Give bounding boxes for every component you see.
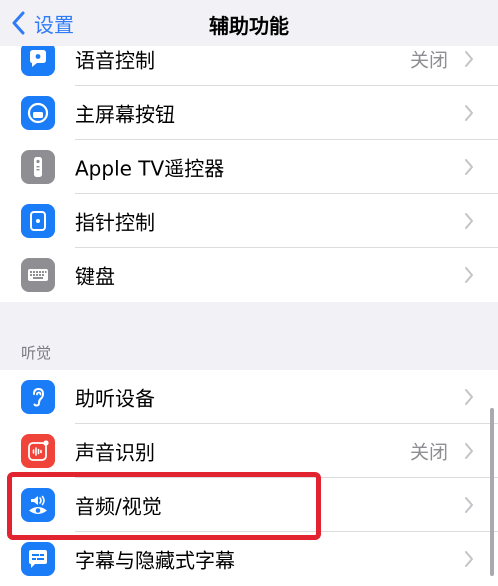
subtitles-icon [21,542,55,576]
row-label: 语音控制 [75,48,155,73]
row-label: 声音识别 [75,440,155,465]
row-sound-recognition[interactable]: 声音识别 关闭 [0,424,498,478]
chevron-right-icon [465,267,473,283]
row-value: 关闭 [409,441,448,464]
navigation-bar: 设置 辅助功能 [0,0,498,46]
row-label: 字幕与隐藏式字幕 [75,548,235,573]
tv-remote-icon [21,150,55,184]
row-pointer-control[interactable]: 指针控制 [0,194,498,248]
scrollbar[interactable] [490,408,494,576]
chevron-right-icon [465,497,473,513]
chevron-right-icon [465,551,473,567]
chevron-right-icon [465,159,473,175]
row-label: Apple TV遥控器 [75,156,225,181]
row-home-button[interactable]: 主屏幕按钮 [0,86,498,140]
sound-recognition-icon [21,434,55,468]
chevron-right-icon [465,51,473,67]
chevron-right-icon [465,213,473,229]
row-apple-tv-remote[interactable]: Apple TV遥控器 [0,140,498,194]
highlight-annotation-box [7,472,321,540]
row-subtitles-captioning[interactable]: 字幕与隐藏式字幕 [0,532,498,586]
row-keyboard[interactable]: 键盘 [0,248,498,302]
keyboard-icon [21,258,55,292]
settings-group-interaction: 语音控制 关闭 主屏幕按钮 Apple TV遥控器 指针控制 键盘 [0,32,498,302]
chevron-right-icon [465,105,473,121]
row-value: 关闭 [409,49,448,72]
row-label: 键盘 [75,264,115,289]
hearing-device-icon [21,380,55,414]
section-header-hearing: 听觉 [21,344,52,362]
row-hearing-devices[interactable]: 助听设备 [0,370,498,424]
pointer-control-icon [21,204,55,238]
row-label: 指针控制 [75,210,155,235]
page-title: 辅助功能 [209,14,289,38]
chevron-right-icon [465,389,473,405]
chevron-right-icon [465,443,473,459]
home-button-icon [21,96,55,130]
voice-control-icon [21,42,55,76]
row-label: 主屏幕按钮 [75,102,175,127]
row-label: 助听设备 [75,386,155,411]
